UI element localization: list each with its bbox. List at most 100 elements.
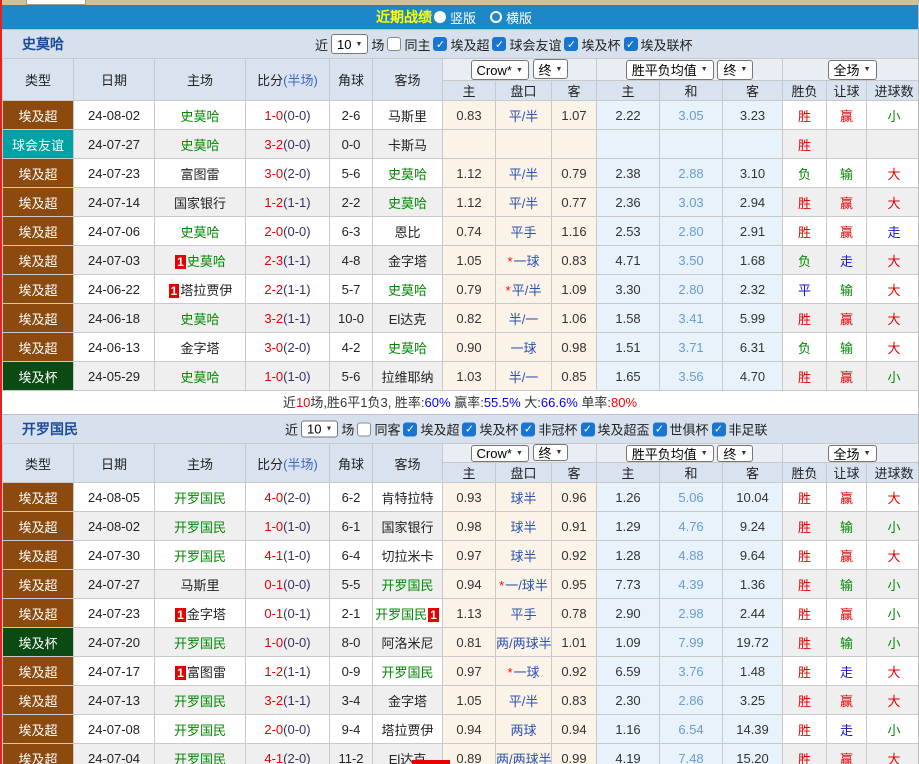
match-count-select[interactable]: 10 ▼ bbox=[331, 34, 369, 54]
chevron-down-icon: ▼ bbox=[700, 66, 708, 73]
odds-period-select[interactable]: 终 ▼ bbox=[717, 59, 754, 80]
odds-draw: 3.50 bbox=[659, 245, 724, 275]
result-wdl: 胜 bbox=[782, 216, 828, 246]
team-label: 马斯里 bbox=[387, 108, 427, 124]
home-team: 开罗国民 bbox=[154, 627, 246, 657]
away-team: 史莫哈 bbox=[372, 187, 443, 217]
same-venue-checkbox[interactable] bbox=[387, 37, 402, 51]
col-header-date: 日期 bbox=[73, 443, 155, 483]
layout-radio-horizontal-label[interactable]: 横版 bbox=[506, 8, 532, 27]
home-team: 史莫哈 bbox=[154, 100, 246, 130]
bookmaker-select[interactable]: Crow* ▼ bbox=[470, 445, 529, 462]
odds-period-select[interactable]: 终 ▼ bbox=[717, 444, 754, 462]
score-cell: 1-0(0-0) bbox=[245, 627, 330, 657]
score-cell: 0-1(0-1) bbox=[245, 598, 330, 628]
summary-part: 大: bbox=[520, 395, 541, 410]
odds-type-select[interactable]: 胜平负均值 ▼ bbox=[625, 444, 714, 462]
odds-away: 3.25 bbox=[722, 685, 784, 715]
match-date: 24-07-06 bbox=[73, 216, 155, 246]
odds-draw: 3.76 bbox=[659, 656, 724, 686]
away-team: 卡斯马 bbox=[372, 129, 443, 159]
league-checkbox[interactable]: ✓ bbox=[403, 422, 418, 436]
odds-draw: 3.41 bbox=[659, 303, 724, 333]
odds-type-select[interactable]: 胜平负均值 ▼ bbox=[625, 59, 714, 80]
team-name: 史莫哈 bbox=[22, 36, 64, 52]
odds-away: 1.68 bbox=[722, 245, 784, 275]
layout-radio-vertical[interactable] bbox=[433, 11, 446, 23]
ah-home-odds: 0.83 bbox=[442, 100, 496, 130]
odds-home: 1.26 bbox=[596, 482, 661, 512]
odds-draw: 2.88 bbox=[659, 158, 724, 188]
league-checkbox[interactable]: ✓ bbox=[521, 422, 536, 436]
league-checkbox[interactable]: ✓ bbox=[462, 422, 477, 436]
result-handicap: 赢 bbox=[826, 540, 868, 570]
team-section-alahly: 开罗国民 近 10 ▼ 场同客 ✓ 埃及超 ✓ 埃及杯 ✓ 非冠杯 ✓ 埃及超盃 ✓ 世俱杯 ✓ 非足联 类型… bbox=[2, 414, 918, 764]
match-date: 24-07-14 bbox=[73, 187, 155, 217]
league-checkbox[interactable]: ✓ bbox=[433, 37, 448, 51]
league-checkbox[interactable]: ✓ bbox=[564, 37, 579, 51]
score-cell: 1-2(1-1) bbox=[245, 187, 330, 217]
ah-line-label: 平/半 bbox=[508, 195, 539, 211]
col-header-corner: 角球 bbox=[329, 58, 373, 101]
layout-radio-horizontal[interactable] bbox=[490, 11, 502, 23]
match-date: 24-07-17 bbox=[73, 656, 155, 686]
league-checkbox[interactable]: ✓ bbox=[652, 422, 667, 436]
result-wdl: 负 bbox=[782, 332, 828, 362]
halftime-score: (1-0) bbox=[283, 518, 311, 534]
team-label: 拉维耶纳 bbox=[381, 369, 434, 385]
halftime-score: (0-0) bbox=[283, 223, 311, 239]
same-venue-checkbox[interactable] bbox=[357, 422, 372, 436]
handicap-period-select[interactable]: 终 ▼ bbox=[532, 444, 569, 461]
match-row: 埃及超 24-07-04 开罗国民 4-1(2-0) 11-2 El达克 0.89 两/两球半… bbox=[2, 743, 918, 764]
ah-away-odds: 1.16 bbox=[550, 216, 598, 246]
league-checkbox[interactable]: ✓ bbox=[580, 422, 595, 436]
home-team: 史莫哈 bbox=[154, 303, 246, 333]
fulltime-score: 1-2 bbox=[264, 663, 284, 679]
away-team: 塔拉贾伊 bbox=[372, 714, 443, 744]
league-label: 埃及超 bbox=[420, 422, 460, 438]
halftime-score: (0-0) bbox=[283, 107, 311, 123]
league-checkbox[interactable]: ✓ bbox=[623, 37, 638, 51]
result-overunder: 小 bbox=[866, 714, 918, 744]
team-label: 开罗国民 bbox=[173, 693, 226, 709]
match-row: 埃及超 24-06-22 1 塔拉贾伊 2-2(1-1) 5-7 史莫哈 0.79 *平/半 1.… bbox=[2, 274, 918, 304]
match-row: 埃及超 24-07-13 开罗国民 3-2(1-1) 3-4 金字塔 1.05 平/半 0.83… bbox=[2, 685, 918, 715]
ah-line: 平/半 bbox=[495, 187, 552, 217]
ah-line: *一/球半 bbox=[495, 569, 552, 599]
bookmaker-select[interactable]: Crow* ▼ bbox=[470, 60, 529, 80]
chevron-down-icon: ▼ bbox=[555, 65, 563, 73]
result-overunder: 小 bbox=[866, 100, 918, 130]
layout-radio-vertical-label[interactable]: 竖版 bbox=[450, 8, 476, 27]
team-header-bar: 开罗国民 近 10 ▼ 场同客 ✓ 埃及超 ✓ 埃及杯 ✓ 非冠杯 ✓ 埃及超盃 ✓ 世俱杯 ✓ 非足联 bbox=[2, 414, 918, 443]
handicap-period-select[interactable]: 终 ▼ bbox=[532, 59, 569, 79]
fulltime-select[interactable]: 全场 ▼ bbox=[827, 59, 877, 80]
score-cell: 3-2(0-0) bbox=[245, 129, 330, 159]
recent-results-page: 近期战绩 竖版 横版 史莫哈 近 10 ▼ 场同主 ✓ 埃及超 ✓ 球会友谊 ✓ 埃及杯 ✓ 埃及联杯… bbox=[0, 0, 919, 764]
away-team: 史莫哈 bbox=[372, 158, 443, 188]
league-label: 埃及超盃 bbox=[597, 422, 650, 438]
col-header-date: 日期 bbox=[73, 58, 155, 101]
result-wdl: 胜 bbox=[782, 598, 828, 628]
team-label: 开罗国民 bbox=[173, 751, 226, 764]
league-checkbox[interactable]: ✓ bbox=[492, 37, 507, 51]
odds-away: 2.91 bbox=[722, 216, 784, 246]
summary-part: 单率: bbox=[577, 395, 612, 410]
home-team: 1 塔拉贾伊 bbox=[154, 274, 246, 304]
chevron-down-icon: ▼ bbox=[515, 450, 523, 457]
team-label: 开罗国民 bbox=[375, 606, 428, 622]
ah-away-odds: 0.77 bbox=[550, 187, 598, 217]
team-label: 马斯里 bbox=[180, 577, 220, 593]
corner-score: 4-2 bbox=[329, 332, 373, 362]
fulltime-select[interactable]: 全场 ▼ bbox=[827, 444, 877, 462]
ah-line: 球半 bbox=[495, 540, 552, 570]
result-handicap: 输 bbox=[826, 332, 868, 362]
league-checkbox[interactable]: ✓ bbox=[711, 422, 726, 436]
odds-home: 7.73 bbox=[596, 569, 661, 599]
score-cell: 1-0(0-0) bbox=[245, 100, 330, 130]
odds-away: 10.04 bbox=[722, 482, 784, 512]
league-type-badge: 埃及超 bbox=[2, 245, 74, 275]
result-overunder: 小 bbox=[866, 569, 918, 599]
match-date: 24-07-27 bbox=[73, 569, 155, 599]
ah-away-odds: 0.94 bbox=[550, 714, 598, 744]
match-count-select[interactable]: 10 ▼ bbox=[301, 420, 339, 438]
